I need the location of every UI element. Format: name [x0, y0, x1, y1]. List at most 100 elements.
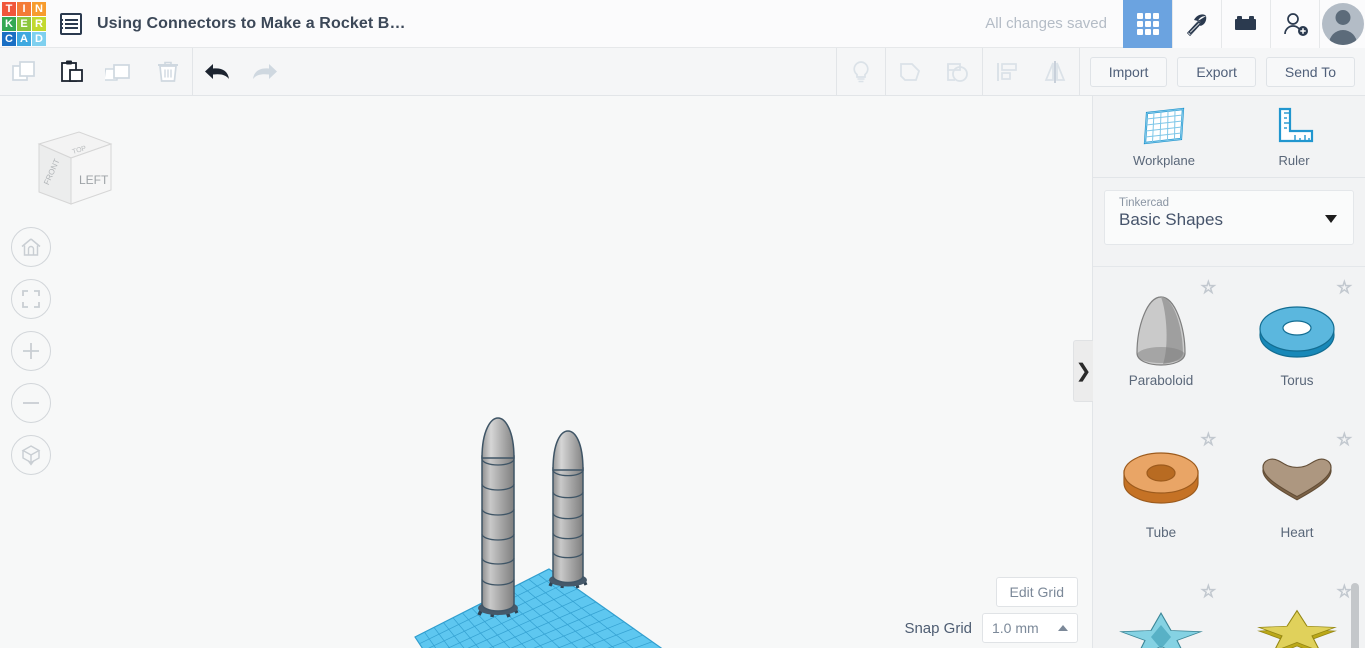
snap-grid-control: Snap Grid 1.0 mm [904, 613, 1078, 643]
shapes-panel: ❯ Workplane [1092, 96, 1365, 648]
ruler-tool-label: Ruler [1278, 153, 1309, 168]
undo-arrow-icon [202, 60, 232, 84]
group-button[interactable] [886, 48, 934, 96]
import-button[interactable]: Import [1090, 57, 1168, 87]
mirror-icon [1041, 59, 1069, 85]
shape-item-torus[interactable]: ☆ Torus [1229, 271, 1365, 423]
logo-tile-e: E [17, 17, 31, 31]
ruler-tool[interactable]: Ruler [1258, 105, 1330, 168]
logo-tile-a: A [17, 32, 31, 46]
copy-button[interactable] [0, 48, 48, 96]
app-header: TIN KER CAD Using Connectors to Make a Roc… [0, 0, 1365, 48]
star-icon[interactable]: ☆ [1337, 431, 1352, 448]
tinkercad-app: TIN KER CAD Using Connectors to Make a Roc… [0, 0, 1365, 648]
chevron-up-icon [1058, 625, 1068, 631]
redo-button[interactable] [241, 48, 289, 96]
rocket-object[interactable] [478, 418, 518, 617]
trash-icon [155, 58, 181, 86]
tube-thumbnail [1115, 439, 1207, 525]
save-status: All changes saved [985, 15, 1107, 32]
logo-tile-n: N [32, 2, 46, 16]
tinkercad-logo[interactable]: TIN KER CAD [2, 2, 46, 46]
align-button[interactable] [983, 48, 1031, 96]
chevron-down-icon [1325, 215, 1337, 223]
rocket-object[interactable] [549, 431, 587, 588]
ungroup-button[interactable] [934, 48, 982, 96]
shape-item-star-extruded[interactable]: ☆ [1229, 575, 1365, 648]
star-extruded-thumbnail [1251, 591, 1343, 648]
align-icon [994, 59, 1020, 85]
star-icon[interactable]: ☆ [1201, 583, 1216, 600]
minecraft-button[interactable] [1172, 0, 1221, 48]
torus-thumbnail [1251, 287, 1343, 373]
export-button[interactable]: Export [1177, 57, 1255, 87]
logo-tile-c: C [2, 32, 16, 46]
undo-button[interactable] [193, 48, 241, 96]
star-icon[interactable]: ☆ [1337, 279, 1352, 296]
snap-grid-select[interactable]: 1.0 mm [982, 613, 1078, 643]
logo-tile-r: R [32, 17, 46, 31]
redo-arrow-icon [250, 60, 280, 84]
logo-tile-t: T [2, 2, 16, 16]
lego-brick-icon [1233, 14, 1259, 34]
shape-item-paraboloid[interactable]: ☆ Paraboloid [1093, 271, 1229, 423]
logo-tile-d: D [32, 32, 46, 46]
paraboloid-thumbnail [1115, 287, 1207, 373]
ruler-icon [1271, 105, 1317, 147]
library-owner: Tinkercad [1119, 197, 1339, 209]
edit-grid-button[interactable]: Edit Grid [996, 577, 1078, 607]
grid-9-icon [1137, 13, 1159, 35]
mirror-button[interactable] [1031, 48, 1079, 96]
shape-label: Tube [1146, 525, 1176, 540]
shape-item-tube[interactable]: ☆ Tube [1093, 423, 1229, 575]
shape-item-heart[interactable]: ☆ Heart [1229, 423, 1365, 575]
send-to-button[interactable]: Send To [1266, 57, 1355, 87]
avatar[interactable] [1319, 0, 1365, 48]
list-menu-icon[interactable] [60, 13, 82, 35]
blocks-grid-button[interactable] [1123, 0, 1172, 48]
delete-button[interactable] [144, 48, 192, 96]
duplicate-button[interactable] [96, 48, 144, 96]
clipboard-paste-icon [58, 58, 86, 86]
hint-button[interactable] [837, 48, 885, 96]
workplane-tool[interactable]: Workplane [1128, 105, 1200, 168]
shapes-scrollbar[interactable] [1351, 583, 1359, 648]
pickaxe-icon [1184, 11, 1210, 37]
edit-toolbar: Import Export Send To [0, 48, 1365, 96]
ungroup-shapes-icon [944, 58, 972, 86]
page-title: Using Connectors to Make a Rocket B… [97, 15, 406, 33]
snap-grid-label: Snap Grid [904, 620, 972, 637]
invite-button[interactable] [1270, 0, 1319, 48]
star-icon[interactable]: ☆ [1201, 279, 1216, 296]
avatar-image [1322, 3, 1364, 45]
snap-grid-value: 1.0 mm [992, 620, 1058, 636]
group-shapes-icon [896, 58, 924, 86]
panel-collapse-button[interactable]: ❯ [1073, 340, 1093, 402]
shape-item-star-3d[interactable]: ☆ [1093, 575, 1229, 648]
3d-viewport[interactable]: TOP FRONT LEFT [0, 96, 1092, 648]
workplane-grid[interactable] [415, 569, 681, 648]
logo-tile-i: I [17, 2, 31, 16]
library-name: Basic Shapes [1119, 210, 1339, 230]
shape-label: Torus [1280, 373, 1313, 388]
paste-button[interactable] [48, 48, 96, 96]
copy-icon [10, 58, 38, 86]
workplane-tool-label: Workplane [1133, 153, 1195, 168]
scene-model[interactable] [0, 96, 1092, 648]
shape-label: Paraboloid [1129, 373, 1194, 388]
add-person-icon [1281, 11, 1309, 37]
shape-label: Heart [1280, 525, 1313, 540]
logo-tile-k: K [2, 17, 16, 31]
toolbar-divider [1079, 48, 1080, 96]
duplicate-icon [105, 58, 135, 86]
lego-button[interactable] [1221, 0, 1270, 48]
star-icon[interactable]: ☆ [1201, 431, 1216, 448]
star-3d-thumbnail [1115, 591, 1207, 648]
heart-thumbnail [1251, 439, 1343, 525]
panel-tools: Workplane Ruler [1093, 96, 1365, 178]
shape-list[interactable]: ☆ Paraboloid☆ Torus☆ Tube☆ Heart☆ ☆ [1093, 266, 1365, 648]
star-icon[interactable]: ☆ [1337, 583, 1352, 600]
workplane-icon [1139, 105, 1189, 147]
lightbulb-icon [848, 58, 874, 86]
shape-library-select[interactable]: Tinkercad Basic Shapes [1104, 190, 1354, 245]
